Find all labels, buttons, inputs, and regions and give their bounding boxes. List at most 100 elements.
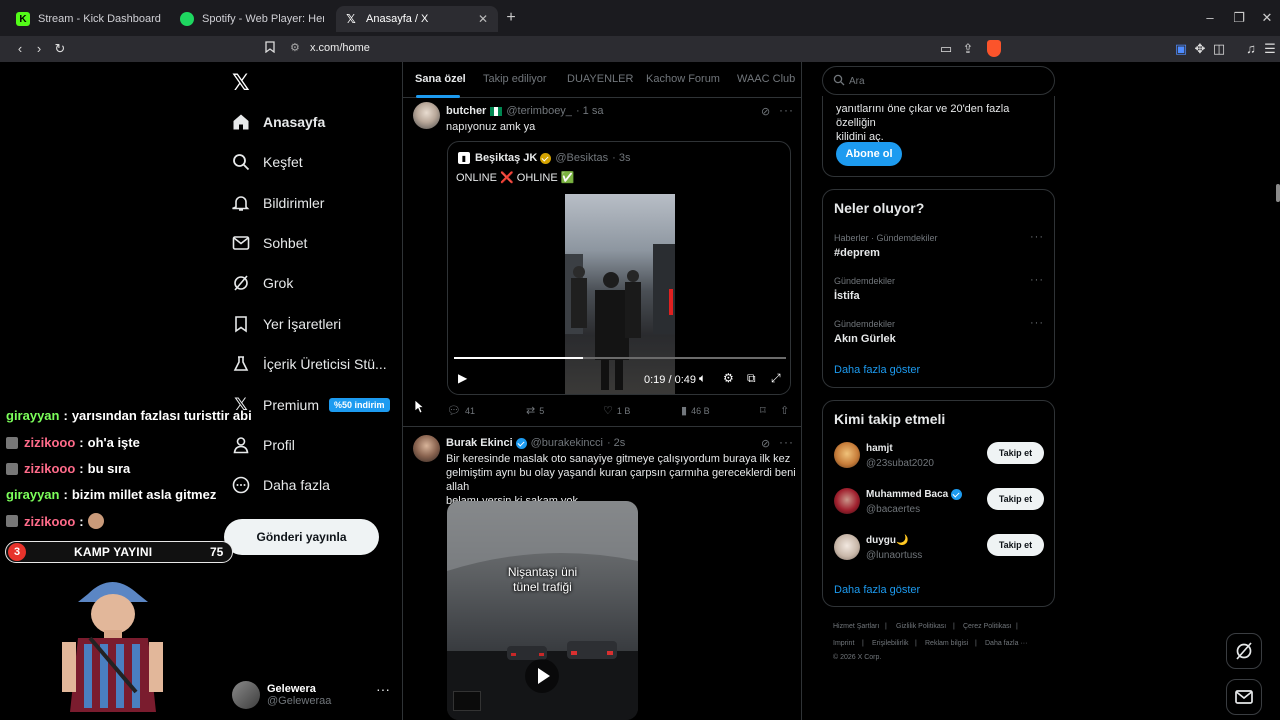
messages-float-button[interactable] bbox=[1226, 679, 1262, 715]
reply-button[interactable]: 💬︎ 41 bbox=[447, 404, 475, 417]
menu-icon[interactable]: ☰ bbox=[1261, 40, 1279, 58]
avatar[interactable] bbox=[834, 534, 860, 560]
new-tab-button[interactable]: + bbox=[502, 9, 520, 27]
show-more-trends-link[interactable]: Daha fazla göster bbox=[834, 364, 920, 376]
close-icon[interactable]: ✕ bbox=[476, 12, 490, 26]
minimize-icon[interactable]: – bbox=[1200, 10, 1220, 25]
restore-icon[interactable]: ❐ bbox=[1229, 10, 1249, 26]
trend-item[interactable]: Haberler · Gündemdekiler #deprem ··· bbox=[834, 231, 1044, 259]
bookmark-button[interactable]: ⌑ bbox=[760, 404, 770, 417]
views-button[interactable]: ▮ 46 B bbox=[681, 404, 710, 417]
quoted-post[interactable]: ▮ Beşiktaş JK @Besiktas · 3s ONLINE ❌ OH… bbox=[447, 141, 791, 395]
more-icon[interactable]: ··· bbox=[779, 435, 794, 449]
more-icon[interactable]: ··· bbox=[376, 681, 390, 697]
terms-link[interactable]: Hizmet Şartları bbox=[833, 623, 879, 630]
post-time[interactable]: · 2s bbox=[607, 437, 625, 449]
imprint-link[interactable]: Imprint bbox=[833, 640, 854, 647]
grok-icon[interactable]: ⊘ bbox=[761, 437, 770, 450]
more-icon[interactable]: ··· bbox=[1030, 274, 1044, 286]
tab-duayenler[interactable]: DUAYENLER bbox=[567, 73, 633, 85]
avatar[interactable] bbox=[834, 488, 860, 514]
account-switcher[interactable]: Gelewera @Geleweraa ··· bbox=[232, 677, 392, 713]
share-icon[interactable]: ⇪ bbox=[959, 40, 977, 58]
forward-icon[interactable]: › bbox=[30, 40, 48, 58]
post-video[interactable]: Nişantaşı üni tünel trafiği bbox=[447, 501, 638, 720]
reload-icon[interactable]: ↻ bbox=[51, 40, 69, 58]
bookmark-page-icon[interactable] bbox=[261, 40, 279, 58]
author-name[interactable]: Burak Ekinci bbox=[446, 437, 513, 449]
puzzle-icon[interactable]: ✥ bbox=[1191, 40, 1209, 58]
search-box[interactable] bbox=[822, 66, 1055, 95]
nav-bookmarks[interactable]: Yer İşaretleri bbox=[230, 309, 341, 339]
nav-premium[interactable]: 𝕏 Premium %50 indirim bbox=[230, 390, 390, 420]
cast-icon[interactable]: ▭ bbox=[937, 40, 955, 58]
tab-following[interactable]: Takip ediliyor bbox=[483, 73, 547, 85]
tab-kick[interactable]: K Stream - Kick Dashboard bbox=[8, 6, 170, 32]
play-icon[interactable]: ▶ bbox=[458, 371, 467, 385]
accessibility-link[interactable]: Erişilebilirlik bbox=[872, 640, 909, 647]
author-handle[interactable]: @terimboey_ bbox=[506, 105, 572, 117]
picture-in-picture-icon[interactable]: ⧉ bbox=[747, 371, 756, 386]
nav-profile[interactable]: Profil bbox=[230, 430, 295, 460]
nav-creator-studio[interactable]: İçerik Üreticisi Stü... bbox=[230, 349, 387, 379]
tab-waac-club[interactable]: WAAC Club bbox=[737, 73, 795, 85]
nav-more[interactable]: Daha fazla bbox=[230, 470, 330, 500]
avatar[interactable] bbox=[413, 102, 440, 129]
video-player[interactable]: ▶ 0:19 / 0:49 🔈︎ ⚙ ⧉ ⤢ bbox=[448, 194, 790, 394]
post-time[interactable]: · 1 sa bbox=[576, 105, 604, 117]
privacy-link[interactable]: Gizlilik Politikası bbox=[896, 623, 946, 630]
nav-messages[interactable]: Sohbet bbox=[230, 228, 307, 258]
more-icon[interactable]: ··· bbox=[1030, 231, 1044, 243]
x-logo[interactable]: 𝕏 bbox=[232, 70, 252, 96]
media-icon[interactable]: ♫ bbox=[1242, 40, 1260, 58]
nav-notifications[interactable]: Bildirimler bbox=[230, 188, 324, 218]
volume-icon[interactable]: 🔈︎ bbox=[699, 371, 706, 386]
tab-x-home[interactable]: 𝕏 Anasayfa / X ✕ bbox=[336, 6, 498, 32]
author-handle[interactable]: @burakekincci bbox=[531, 437, 603, 449]
nav-explore[interactable]: Keşfet bbox=[230, 147, 303, 177]
follow-suggestion[interactable]: hamjt @23subat2020 Takip et bbox=[834, 442, 1046, 474]
trend-item[interactable]: Gündemdekiler Akın Gürlek ··· bbox=[834, 317, 1044, 345]
tab-for-you[interactable]: Sana özel bbox=[415, 73, 466, 85]
play-button[interactable] bbox=[525, 659, 559, 693]
footer-more-link[interactable]: Daha fazla ··· bbox=[985, 640, 1027, 647]
nav-grok[interactable]: Grok bbox=[230, 268, 293, 298]
subscribe-button[interactable]: Abone ol bbox=[836, 142, 902, 166]
avatar[interactable] bbox=[834, 442, 860, 468]
settings-icon[interactable]: ⚙ bbox=[723, 371, 734, 385]
video-progress-bar[interactable] bbox=[454, 357, 786, 359]
like-button[interactable]: ♡ 1 B bbox=[603, 404, 630, 417]
window-close-icon[interactable]: ✕ bbox=[1257, 10, 1277, 26]
sidebar-icon[interactable]: ◫ bbox=[1210, 40, 1228, 58]
follow-suggestion[interactable]: Muhammed Baca @bacaertes Takip et bbox=[834, 488, 1046, 520]
post-button[interactable]: Gönderi yayınla bbox=[224, 519, 379, 555]
search-input[interactable] bbox=[849, 73, 1049, 89]
brave-shield-icon[interactable] bbox=[987, 40, 1001, 57]
nav-home[interactable]: Anasayfa bbox=[230, 107, 325, 137]
tab-spotify[interactable]: Spotify - Web Player: Herkes için müz bbox=[172, 6, 332, 32]
grok-icon[interactable]: ⊘ bbox=[761, 105, 770, 118]
author-name[interactable]: butcher bbox=[446, 105, 486, 117]
share-button[interactable]: ⇧ bbox=[780, 404, 793, 417]
address-bar[interactable]: x.com/home bbox=[310, 42, 370, 54]
extension-icon[interactable]: ▣ bbox=[1172, 40, 1190, 58]
repost-button[interactable]: ⇄ 5 bbox=[526, 404, 544, 417]
back-icon[interactable]: ‹ bbox=[11, 40, 29, 58]
follow-suggestion[interactable]: duygu 🌙 @lunaortuss Takip et bbox=[834, 534, 1046, 566]
cookie-link[interactable]: Çerez Politikası bbox=[963, 623, 1012, 630]
chat-separator: : bbox=[79, 513, 84, 529]
follow-button[interactable]: Takip et bbox=[987, 534, 1044, 556]
follow-button[interactable]: Takip et bbox=[987, 442, 1044, 464]
scrollbar[interactable] bbox=[1276, 184, 1280, 202]
ad-info-link[interactable]: Reklam bilgisi bbox=[925, 640, 968, 647]
show-more-follow-link[interactable]: Daha fazla göster bbox=[834, 584, 920, 596]
site-info-icon[interactable]: ⚙ bbox=[290, 41, 300, 54]
tab-kachow-forum[interactable]: Kachow Forum bbox=[646, 73, 720, 85]
grok-float-button[interactable] bbox=[1226, 633, 1262, 669]
more-icon[interactable]: ··· bbox=[779, 103, 794, 117]
avatar[interactable] bbox=[413, 435, 440, 462]
trend-item[interactable]: Gündemdekiler İstifa ··· bbox=[834, 274, 1044, 302]
fullscreen-icon[interactable]: ⤢ bbox=[771, 371, 781, 386]
more-icon[interactable]: ··· bbox=[1030, 317, 1044, 329]
follow-button[interactable]: Takip et bbox=[987, 488, 1044, 510]
